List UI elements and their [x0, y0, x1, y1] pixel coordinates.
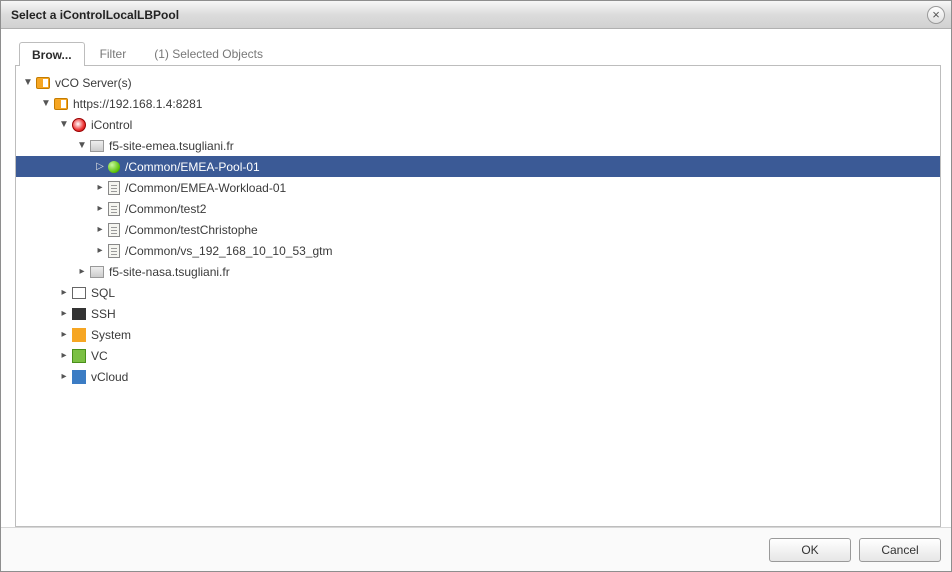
expander-icon[interactable]: ▼ — [40, 98, 52, 109]
expander-icon[interactable]: ▷ — [94, 161, 106, 172]
vcloud-icon — [72, 370, 86, 384]
node-icontrol[interactable]: ▼ iControl — [16, 114, 940, 135]
node-label: SSH — [88, 307, 116, 321]
tab-browse[interactable]: Brow... — [19, 42, 85, 66]
node-ssh[interactable]: ▸ SSH — [16, 303, 940, 324]
node-label: VC — [88, 349, 108, 363]
pool-active-icon — [108, 161, 120, 173]
node-label: /Common/EMEA-Workload-01 — [122, 181, 286, 195]
titlebar: Select a iControlLocalLBPool × — [1, 1, 951, 29]
node-vs-gtm[interactable]: ▸ /Common/vs_192_168_10_10_53_gtm — [16, 240, 940, 261]
expander-icon[interactable]: ▸ — [58, 308, 70, 319]
sql-icon — [72, 287, 86, 299]
expander-icon[interactable]: ▼ — [76, 140, 88, 151]
expander-icon[interactable]: ▸ — [94, 224, 106, 235]
close-icon[interactable]: × — [927, 6, 945, 24]
node-emea-pool-01[interactable]: ▷ /Common/EMEA-Pool-01 — [16, 156, 940, 177]
ssh-icon — [72, 308, 86, 320]
node-system[interactable]: ▸ System — [16, 324, 940, 345]
expander-icon[interactable]: ▼ — [58, 119, 70, 130]
node-label: /Common/vs_192_168_10_10_53_gtm — [122, 244, 332, 258]
expander-icon[interactable]: ▸ — [58, 329, 70, 340]
expander-icon[interactable]: ▸ — [58, 287, 70, 298]
server-icon — [36, 77, 50, 89]
node-label: System — [88, 328, 131, 342]
expander-icon[interactable]: ▼ — [22, 77, 34, 88]
dialog-footer: OK Cancel — [1, 527, 951, 571]
object-icon — [108, 202, 120, 216]
object-icon — [108, 181, 120, 195]
node-f5-site-nasa[interactable]: ▸ f5-site-nasa.tsugliani.fr — [16, 261, 940, 282]
cancel-button[interactable]: Cancel — [859, 538, 941, 562]
node-vc[interactable]: ▸ VC — [16, 345, 940, 366]
object-icon — [108, 244, 120, 258]
node-test-christophe[interactable]: ▸ /Common/testChristophe — [16, 219, 940, 240]
vc-icon — [72, 349, 86, 363]
node-label: https://192.168.1.4:8281 — [70, 97, 202, 111]
site-icon — [90, 140, 104, 152]
content-area: Brow... Filter (1) Selected Objects ▼ vC… — [1, 29, 951, 527]
node-label: /Common/test2 — [122, 202, 206, 216]
node-label: /Common/testChristophe — [122, 223, 258, 237]
select-pool-dialog: Select a iControlLocalLBPool × Brow... F… — [0, 0, 952, 572]
system-icon — [72, 328, 86, 342]
expander-icon[interactable]: ▸ — [58, 350, 70, 361]
tab-selected-objects[interactable]: (1) Selected Objects — [141, 41, 276, 65]
node-f5-site-emea[interactable]: ▼ f5-site-emea.tsugliani.fr — [16, 135, 940, 156]
tab-filter[interactable]: Filter — [87, 41, 140, 65]
f5-icon — [72, 118, 86, 132]
node-server-url[interactable]: ▼ https://192.168.1.4:8281 — [16, 93, 940, 114]
node-test2[interactable]: ▸ /Common/test2 — [16, 198, 940, 219]
node-sql[interactable]: ▸ SQL — [16, 282, 940, 303]
node-label: vCloud — [88, 370, 128, 384]
ok-button[interactable]: OK — [769, 538, 851, 562]
tree-panel[interactable]: ▼ vCO Server(s) ▼ https://192.168.1.4:82… — [15, 65, 941, 527]
node-label: vCO Server(s) — [52, 76, 132, 90]
node-vcloud[interactable]: ▸ vCloud — [16, 366, 940, 387]
server-icon — [54, 98, 68, 110]
object-icon — [108, 223, 120, 237]
node-label: f5-site-emea.tsugliani.fr — [106, 139, 234, 153]
node-vco-servers[interactable]: ▼ vCO Server(s) — [16, 72, 940, 93]
node-label: /Common/EMEA-Pool-01 — [122, 160, 260, 174]
expander-icon[interactable]: ▸ — [94, 245, 106, 256]
expander-icon[interactable]: ▸ — [94, 203, 106, 214]
dialog-title: Select a iControlLocalLBPool — [11, 8, 927, 22]
node-label: SQL — [88, 286, 115, 300]
expander-icon[interactable]: ▸ — [58, 371, 70, 382]
expander-icon[interactable]: ▸ — [94, 182, 106, 193]
expander-icon[interactable]: ▸ — [76, 266, 88, 277]
tabstrip: Brow... Filter (1) Selected Objects — [19, 41, 941, 65]
site-icon — [90, 266, 104, 278]
node-emea-workload-01[interactable]: ▸ /Common/EMEA-Workload-01 — [16, 177, 940, 198]
node-label: f5-site-nasa.tsugliani.fr — [106, 265, 230, 279]
node-label: iControl — [88, 118, 132, 132]
